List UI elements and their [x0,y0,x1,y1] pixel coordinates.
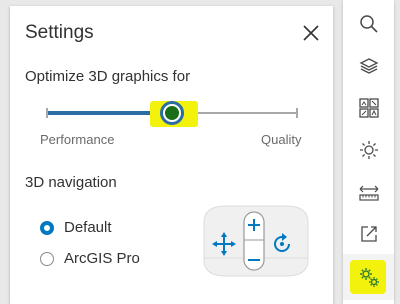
share-icon [360,226,377,242]
widget-toolbar [343,0,394,304]
slider-thumb-center [165,106,179,120]
slider-max-label: Quality [261,132,302,147]
radio-arcgis-pro-label: ArcGIS Pro [64,250,140,267]
panel-title: Settings [25,22,94,43]
radio-default-label: Default [64,219,112,236]
radio-default-button[interactable] [40,220,54,235]
search-tool-button[interactable] [343,4,394,44]
measure-icon [358,185,379,201]
slider-tick-start [46,108,48,118]
slider-thumb[interactable] [160,101,184,125]
slider-tick-end [296,108,298,118]
slider-min-label: Performance [40,132,115,147]
close-button[interactable] [300,22,322,44]
settings-panel: Settings Optimize 3D graphics for Perfor… [10,6,333,304]
close-icon [303,25,319,41]
daylight-tool-button[interactable] [343,130,394,170]
navigation-label: 3D navigation [25,174,117,191]
radio-arcgis-pro-button[interactable] [40,251,54,266]
basemap-gallery-icon [358,98,379,118]
radio-arcgis-pro[interactable]: ArcGIS Pro [40,250,140,267]
daylight-icon [359,141,378,159]
layers-tool-button[interactable] [343,46,394,86]
settings-tool-button[interactable] [343,254,394,300]
graphics-quality-slider[interactable] [46,100,298,127]
layers-icon [359,58,378,74]
basemap-gallery-tool-button[interactable] [343,88,394,128]
radio-default[interactable]: Default [40,219,112,236]
graphics-quality-label: Optimize 3D graphics for [25,68,191,85]
search-icon [359,15,378,33]
mouse-navigation-illustration [196,202,316,278]
measure-tool-button[interactable] [343,172,394,212]
share-tool-button[interactable] [343,214,394,254]
settings-gears-icon [359,268,379,287]
